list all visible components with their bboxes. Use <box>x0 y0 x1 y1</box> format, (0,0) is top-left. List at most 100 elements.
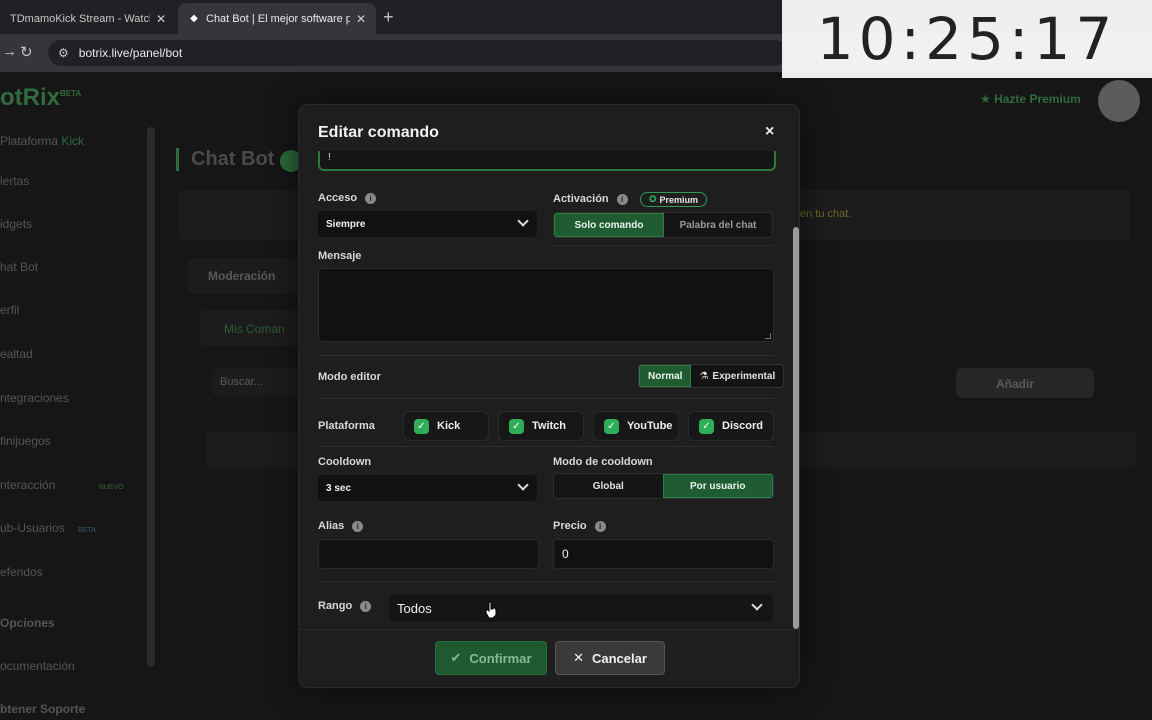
reload-icon[interactable]: ↻ <box>20 43 33 61</box>
info-icon[interactable]: i <box>360 600 372 612</box>
divider <box>318 398 774 399</box>
modal-scrollbar[interactable] <box>793 227 799 629</box>
mensaje-textarea[interactable] <box>318 268 774 342</box>
sidebar-item-opciones: Opciones <box>0 616 55 630</box>
checkbox-checked-icon[interactable]: ✓ <box>509 418 524 434</box>
confirm-button[interactable]: ✔ Confirmar <box>435 641 547 675</box>
sidebar-item-plataforma[interactable]: Plataforma Kick <box>0 134 84 148</box>
platform-youtube[interactable]: ✓ YouTube <box>593 411 679 441</box>
sidebar-item-integraciones[interactable]: ntegraciones <box>0 391 69 405</box>
activacion-toggle: Solo comando Palabra del chat <box>553 212 773 238</box>
acceso-value: Siempre <box>326 218 366 230</box>
sidebar-item-subusuarios[interactable]: ub-Usuarios BETA <box>0 521 96 535</box>
resize-grip-icon[interactable] <box>765 333 771 339</box>
sidebar-item-interaccion[interactable]: nteracción NUEVO <box>0 478 124 492</box>
acceso-select[interactable]: Siempre <box>318 211 537 237</box>
info-icon[interactable]: i <box>352 520 364 532</box>
add-button[interactable]: Añadir <box>956 368 1094 398</box>
clock-overlay: 10:25:17 <box>782 0 1152 78</box>
acceso-label: Acceso i <box>318 192 377 204</box>
info-icon[interactable]: i <box>594 520 606 532</box>
cooldown-select[interactable]: 3 sec <box>318 475 537 501</box>
search-input[interactable]: Buscar... <box>212 368 302 396</box>
page-title: Chat Bot <box>176 148 274 171</box>
premium-link[interactable]: ★ Hazte Premium <box>980 92 1081 106</box>
info-icon[interactable]: i <box>365 192 377 204</box>
tip-text: en tu chat. <box>800 208 852 220</box>
normal-option[interactable]: Normal <box>639 365 692 387</box>
global-option[interactable]: Global <box>554 474 663 498</box>
screen: TDmamoKick Stream - Watch Li ✕ ◆ Chat Bo… <box>0 0 1152 720</box>
botrix-favicon-icon: ◆ <box>190 13 198 24</box>
divider <box>318 581 774 582</box>
tab-title: TDmamoKick Stream - Watch Li <box>10 12 150 25</box>
tab-moderacion[interactable]: Moderación <box>188 258 308 294</box>
forward-icon[interactable]: → <box>2 43 17 60</box>
solo-comando-option[interactable]: Solo comando <box>554 213 664 237</box>
platform-discord[interactable]: ✓ Discord <box>688 411 774 441</box>
rango-label: Rango i <box>318 600 372 612</box>
site-info-icon[interactable]: ⚙ <box>58 46 69 60</box>
platform-kick[interactable]: ✓ Kick <box>403 411 489 441</box>
cooldown-value: 3 sec <box>326 482 352 494</box>
rango-select[interactable]: Todos <box>389 594 773 622</box>
alias-input[interactable] <box>318 539 539 569</box>
mensaje-label: Mensaje <box>318 250 362 262</box>
palabra-chat-option[interactable]: Palabra del chat <box>664 213 772 237</box>
url-field[interactable]: ⚙ botrix.live/panel/bot <box>48 40 788 66</box>
chevron-down-icon <box>517 215 529 227</box>
modo-cooldown-label: Modo de cooldown <box>553 456 653 468</box>
avatar[interactable] <box>1098 80 1140 122</box>
checkbox-checked-icon[interactable]: ✓ <box>414 418 429 434</box>
divider <box>318 446 774 447</box>
precio-input[interactable]: 0 <box>553 539 774 569</box>
checkbox-checked-icon[interactable]: ✓ <box>604 418 619 434</box>
star-icon: ✪ <box>649 194 657 204</box>
tab-mis-comandos[interactable]: Mis Coman <box>200 310 300 346</box>
sidebar-item-minijuegos[interactable]: finijuegos <box>0 434 51 448</box>
browser-tab-stream[interactable]: TDmamoKick Stream - Watch Li ✕ <box>0 3 176 34</box>
app-logo: otRixBETA <box>0 84 82 111</box>
precio-label: Precio i <box>553 520 606 532</box>
cancel-button[interactable]: ✕ Cancelar <box>555 641 665 675</box>
check-icon: ✔ <box>450 650 462 665</box>
sidebar-item-lealtad[interactable]: ealtad <box>0 347 33 361</box>
divider <box>318 355 774 356</box>
platform-twitch[interactable]: ✓ Twitch <box>498 411 584 441</box>
sidebar-scrollbar[interactable] <box>147 127 155 667</box>
modo-editor-label: Modo editor <box>318 371 381 383</box>
close-tab-icon[interactable]: ✕ <box>356 12 366 26</box>
command-name-input[interactable]: ! <box>318 151 776 171</box>
flask-icon: ⚗ <box>699 370 709 382</box>
new-tab-icon[interactable]: + <box>383 7 394 28</box>
url-text: botrix.live/panel/bot <box>78 46 183 60</box>
sidebar-item-documentacion[interactable]: ocumentación <box>0 659 75 673</box>
sidebar-item-widgets[interactable]: idgets <box>0 217 32 231</box>
sidebar-item-perfil[interactable]: erfil <box>0 303 19 317</box>
cooldown-label: Cooldown <box>318 456 372 468</box>
browser-tab-chatbot[interactable]: ◆ Chat Bot | El mejor software par ✕ <box>178 3 376 34</box>
chevron-down-icon <box>517 479 529 491</box>
sidebar-item-referidos[interactable]: eferidos <box>0 565 43 579</box>
sidebar-item-chatbot[interactable]: hat Bot <box>0 260 38 274</box>
chevron-down-icon <box>751 599 763 611</box>
close-icon[interactable]: × <box>765 123 774 141</box>
modal-title: Editar comando <box>318 124 439 141</box>
activacion-label: Activación i <box>553 193 628 205</box>
divider <box>553 245 773 246</box>
rango-value: Todos <box>397 600 432 616</box>
modal-footer-divider <box>299 629 799 630</box>
modo-cooldown-toggle: Global Por usuario <box>553 473 774 499</box>
close-tab-icon[interactable]: ✕ <box>156 12 166 26</box>
por-usuario-option[interactable]: Por usuario <box>662 474 773 498</box>
sidebar-item-alertas[interactable]: lertas <box>0 174 29 188</box>
experimental-option[interactable]: ⚗ Experimental <box>691 365 783 387</box>
checkbox-checked-icon[interactable]: ✓ <box>699 418 714 434</box>
sidebar-item-soporte[interactable]: btener Soporte <box>0 702 85 716</box>
hand-cursor-icon <box>485 601 497 619</box>
info-icon[interactable]: i <box>616 193 628 205</box>
tab-title: Chat Bot | El mejor software par <box>206 12 350 25</box>
plataforma-label: Plataforma <box>318 420 375 432</box>
modo-editor-toggle: Normal ⚗ Experimental <box>638 364 785 388</box>
alias-label: Alias i <box>318 520 364 532</box>
